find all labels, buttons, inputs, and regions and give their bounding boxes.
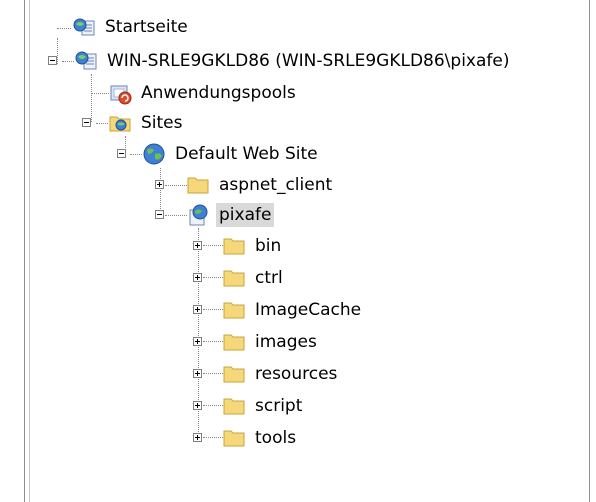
tree-line — [165, 185, 187, 186]
tree-item-server[interactable]: WIN-SRLE9GKLD86 (WIN-SRLE9GKLD86\pixafe) — [74, 46, 512, 76]
folder-icon — [223, 302, 245, 319]
tree-item-folder[interactable]: bin — [222, 231, 284, 261]
tree-line — [203, 245, 223, 246]
collapse-icon[interactable] — [82, 118, 91, 127]
tree-line — [62, 61, 74, 62]
tree-line — [165, 215, 187, 216]
tree-item-default-web-site[interactable]: Default Web Site — [142, 139, 321, 169]
tree-item-label: bin — [255, 236, 282, 256]
folder-icon — [223, 238, 245, 255]
tree-line — [57, 38, 58, 64]
expand-icon[interactable] — [193, 337, 202, 346]
expand-icon[interactable] — [193, 241, 202, 250]
tree-line — [130, 154, 142, 155]
tree-item-folder[interactable]: ImageCache — [222, 295, 364, 325]
tree-item-label: Sites — [141, 113, 183, 133]
tree-item-sites[interactable]: Sites — [108, 108, 186, 138]
collapse-icon[interactable] — [117, 149, 126, 158]
tree-line — [203, 309, 223, 310]
expand-icon[interactable] — [193, 369, 202, 378]
tree-item-label: resources — [255, 364, 338, 384]
tree-item-pixafe[interactable]: pixafe — [186, 200, 275, 230]
tree-line — [203, 373, 223, 374]
expand-icon[interactable] — [193, 401, 202, 410]
tree-line — [96, 123, 108, 124]
application-pools-icon — [110, 85, 132, 105]
tree-item-label: WIN-SRLE9GKLD86 (WIN-SRLE9GKLD86\pixafe) — [107, 51, 510, 71]
tree-item-label: aspnet_client — [219, 175, 333, 195]
expand-icon[interactable] — [155, 180, 164, 189]
tree-item-aspnet-client[interactable]: aspnet_client — [186, 170, 335, 200]
tree-item-folder[interactable]: images — [222, 327, 320, 357]
web-application-icon — [189, 204, 208, 226]
tree-item-folder[interactable]: resources — [222, 359, 340, 389]
expand-icon[interactable] — [193, 273, 202, 282]
tree-item-label: pixafe — [216, 203, 275, 227]
tree-line — [203, 437, 223, 438]
expand-icon[interactable] — [193, 305, 202, 314]
tree-line — [203, 277, 223, 278]
tree-line — [160, 168, 161, 213]
tree-line — [91, 93, 109, 94]
folder-icon — [223, 430, 245, 447]
tree-line — [91, 74, 92, 122]
tree-item-startpage[interactable]: Startseite — [72, 12, 191, 42]
tree-item-label: Default Web Site — [175, 144, 318, 164]
tree-line — [203, 405, 223, 406]
folder-icon — [223, 334, 245, 351]
expand-icon[interactable] — [193, 433, 202, 442]
folder-icon — [223, 398, 245, 415]
collapse-icon[interactable] — [48, 56, 57, 65]
tree-item-folder[interactable]: ctrl — [222, 263, 286, 293]
tree-item-app-pools[interactable]: Anwendungspools — [108, 78, 299, 108]
tree-item-label: Anwendungspools — [141, 83, 296, 103]
tree-item-folder[interactable]: tools — [222, 423, 299, 453]
folder-icon — [187, 177, 209, 194]
start-page-icon — [73, 18, 95, 36]
tree-item-label: script — [255, 396, 303, 416]
tree-line — [203, 341, 223, 342]
tree-item-label: images — [255, 332, 317, 352]
folder-icon — [223, 366, 245, 383]
globe-icon — [143, 143, 165, 165]
tree-item-label: Startseite — [105, 17, 188, 37]
tree-item-label: ImageCache — [255, 300, 362, 320]
folder-icon — [223, 270, 245, 287]
tree-item-label: tools — [255, 428, 297, 448]
tree-item-folder[interactable]: script — [222, 391, 305, 421]
server-icon — [75, 51, 97, 70]
sites-folder-icon — [109, 116, 131, 132]
tree-item-label: ctrl — [255, 268, 283, 288]
collapse-icon[interactable] — [155, 210, 164, 219]
tree-line — [57, 28, 71, 29]
